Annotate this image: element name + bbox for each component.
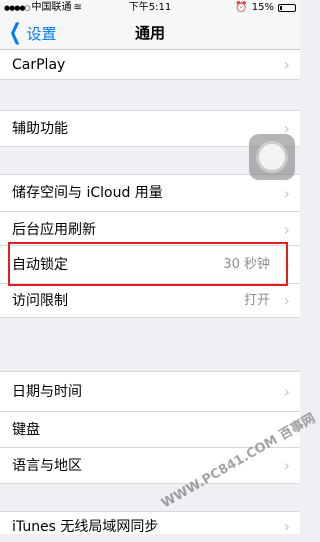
row-keyboard[interactable]: 键盘 › <box>0 412 300 448</box>
page-title: 通用 <box>134 24 165 42</box>
row-date-time[interactable]: 日期与时间 › <box>0 372 300 412</box>
row-label: 键盘 <box>12 422 40 438</box>
chevron-right-icon: › <box>283 291 290 310</box>
row-label: 语言与地区 <box>12 458 82 474</box>
row-storage[interactable]: 储存空间与 iCloud 用量 › <box>0 175 300 212</box>
assistive-touch-icon <box>259 144 285 170</box>
chevron-right-icon: › <box>283 255 290 274</box>
row-auto-lock[interactable]: 自动锁定 30 秒钟 › <box>0 246 300 284</box>
battery-percent: 15% <box>251 2 274 13</box>
row-background-refresh[interactable]: 后台应用刷新 › <box>0 212 300 248</box>
row-restrictions[interactable]: 访问限制 打开 › <box>0 284 300 318</box>
battery-icon <box>278 4 296 12</box>
row-label: 辅助功能 <box>12 121 68 137</box>
navigation-bar: ❮ 设置 通用 <box>0 16 300 50</box>
row-itunes-sync[interactable]: iTunes 无线局域网同步 › <box>0 512 300 536</box>
status-bar: ●●●●○ 中国联通 ≋ 下午5:11 ⏰ 15% <box>0 0 300 16</box>
row-label: 访问限制 <box>12 293 68 309</box>
row-label: 后台应用刷新 <box>12 222 96 238</box>
row-value: 打开 <box>243 293 270 308</box>
row-label: 储存空间与 iCloud 用量 <box>12 185 163 201</box>
row-label: 自动锁定 <box>12 257 68 273</box>
assistive-touch-button[interactable] <box>249 134 295 180</box>
chevron-right-icon: › <box>283 420 290 439</box>
chevron-right-icon: › <box>283 184 290 203</box>
chevron-right-icon: › <box>283 456 290 475</box>
row-label: CarPlay <box>12 57 66 73</box>
row-language-region[interactable]: 语言与地区 › <box>0 448 300 484</box>
row-carplay[interactable]: CarPlay › <box>0 50 300 80</box>
status-right: ⏰ 15% <box>235 0 296 16</box>
row-label: 日期与时间 <box>12 384 82 400</box>
alarm-icon: ⏰ <box>235 2 248 13</box>
battery-level <box>280 6 282 10</box>
chevron-right-icon: › <box>283 55 290 74</box>
row-value: 30 秒钟 <box>223 257 270 272</box>
chevron-right-icon: › <box>283 382 290 401</box>
row-label: iTunes 无线局域网同步 <box>12 519 159 535</box>
chevron-right-icon: › <box>283 517 290 536</box>
chevron-right-icon: › <box>283 220 290 239</box>
